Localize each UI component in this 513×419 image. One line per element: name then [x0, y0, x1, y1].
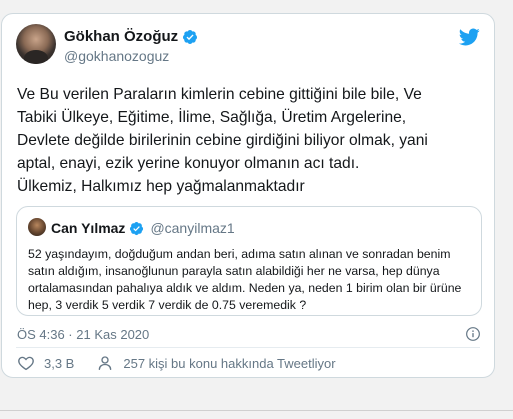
verified-badge-icon — [130, 221, 144, 235]
quoted-author-row: Can Yılmaz @canyilmaz1 — [51, 220, 235, 236]
quoted-tweet[interactable]: Can Yılmaz @canyilmaz1 52 yaşındayım, do… — [16, 206, 482, 316]
conversation-label: 257 kişi bu konu hakkında Tweetliyor — [123, 355, 336, 371]
author-name-row[interactable]: Gökhan Özoğuz — [64, 28, 198, 45]
quoted-author-handle[interactable]: @canyilmaz1 — [150, 220, 234, 236]
like-count: 3,3 B — [44, 355, 75, 371]
twitter-bird-icon[interactable] — [457, 26, 481, 48]
author-handle[interactable]: @gokhanozoguz — [64, 48, 169, 64]
info-icon[interactable] — [465, 326, 481, 342]
quoted-author-name[interactable]: Can Yılmaz — [51, 220, 125, 236]
verified-badge-icon — [183, 29, 198, 44]
divider — [16, 347, 480, 348]
person-icon — [99, 356, 112, 371]
tweet-timestamp[interactable]: ÖS 4:36 · 21 Kas 2020 — [17, 327, 149, 342]
conversation-link[interactable]: 257 kişi bu konu hakkında Tweetliyor — [96, 354, 336, 372]
quoted-author-avatar[interactable] — [28, 218, 46, 236]
author-name[interactable]: Gökhan Özoğuz — [64, 28, 178, 45]
heart-icon — [18, 356, 34, 371]
tweet-actions: 3,3 B 257 kişi bu konu hakkında Tweetliy… — [17, 354, 336, 372]
page-divider — [0, 410, 513, 411]
author-avatar[interactable] — [16, 24, 56, 64]
tweet-text: Ve Bu verilen Paraların kimlerin cebine … — [17, 86, 428, 195]
like-button[interactable]: 3,3 B — [17, 354, 74, 372]
tweet-card: Gökhan Özoğuz @gokhanozoguz Ve Bu verile… — [1, 13, 495, 378]
quoted-tweet-text: 52 yaşındayım, doğduğum andan beri, adım… — [28, 247, 462, 312]
